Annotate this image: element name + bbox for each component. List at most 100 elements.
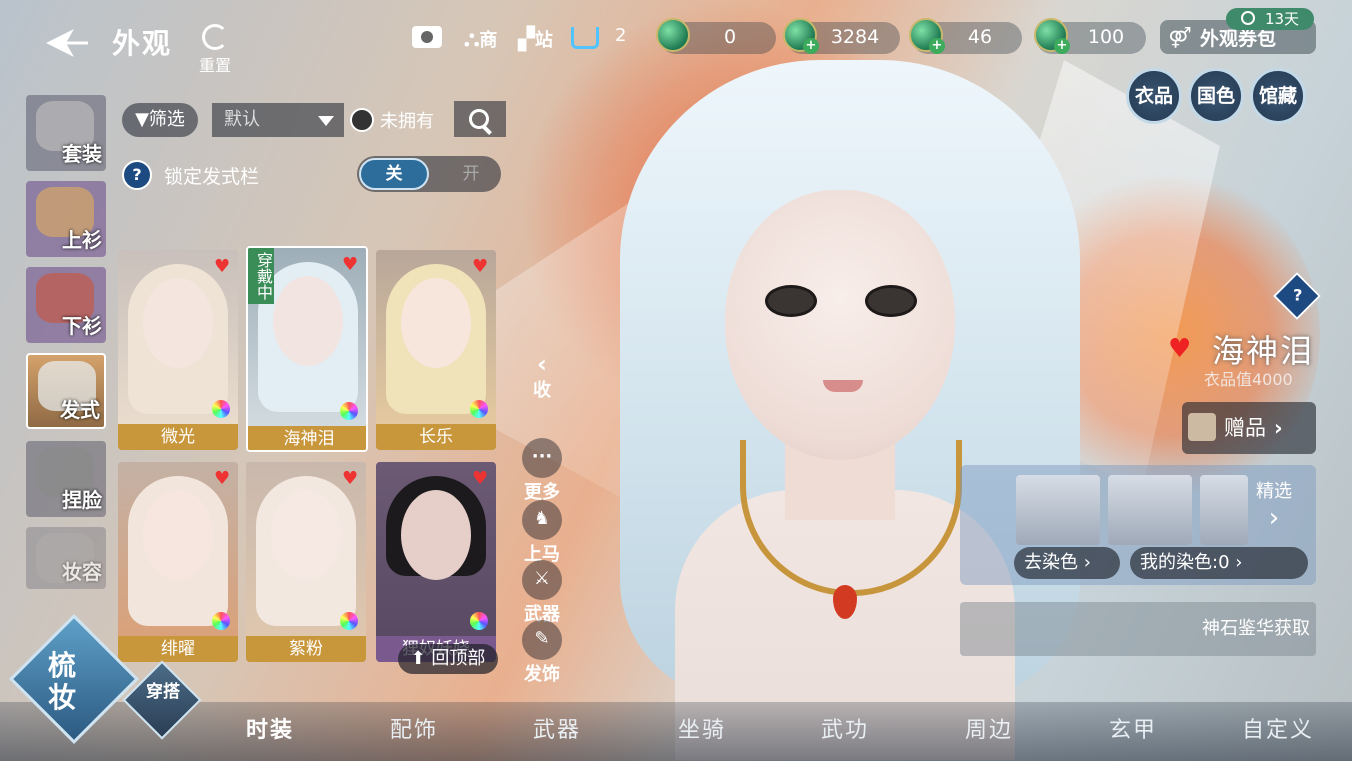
token-add-icon[interactable]: + (1034, 18, 1070, 54)
back-to-top-button[interactable]: ⬆ 回顶部 (398, 644, 498, 674)
favorite-heart-icon[interactable]: ♥ (214, 470, 230, 488)
favorite-heart-icon[interactable]: ♥ (1168, 334, 1191, 364)
dye-color-icon (470, 400, 488, 418)
tab-mounts[interactable]: 坐骑 (678, 712, 726, 744)
tab-fashion[interactable]: 时装 (246, 712, 294, 744)
dye-thumb[interactable] (1200, 475, 1248, 545)
category-bottom[interactable]: 下衫 (26, 267, 106, 343)
dye-color-icon (340, 612, 358, 630)
coin-add-icon[interactable]: + (783, 18, 819, 54)
filter-icon: ▼ (135, 109, 149, 130)
sword-icon: ⚔ (522, 560, 562, 600)
more-icon: ··· (522, 438, 562, 478)
hairstyle-card[interactable]: ♥ 绯曜 (118, 462, 238, 662)
dye-color-icon (340, 402, 358, 420)
chevron-left-icon: ‹ (537, 350, 547, 378)
category-hairstyle[interactable]: 发式 (26, 353, 106, 429)
currency-gold-value: 3284 (830, 26, 880, 48)
reset-button[interactable]: 重置 (193, 24, 237, 75)
hairpin-icon: ✎ (522, 620, 562, 660)
search-button[interactable] (454, 101, 506, 137)
favorite-heart-icon[interactable]: ♥ (342, 256, 358, 274)
favorite-heart-icon[interactable]: ♥ (342, 470, 358, 488)
sort-dropdown[interactable]: 默认 (212, 103, 344, 137)
acquire-source[interactable]: 神石鉴华获取 (960, 602, 1316, 656)
help-icon[interactable]: ? (122, 160, 152, 190)
item-value: 衣品值4000 (1204, 370, 1293, 389)
right-tabs: 衣品 国色 馆藏 (1126, 68, 1306, 124)
arrow-up-icon: ⬆ (410, 648, 432, 669)
filter-button[interactable]: ▼筛选 (122, 103, 198, 137)
mouth (823, 380, 863, 392)
lock-hairstyle-row: ? 锁定发式栏 (122, 158, 259, 192)
chevron-right-icon: › (1078, 552, 1091, 573)
makeup-mode-label: 梳妆 (48, 649, 81, 714)
favorite-heart-icon[interactable]: ♥ (472, 470, 488, 488)
dye-color-icon (212, 612, 230, 630)
station-button[interactable]: ▞ 站 (518, 20, 553, 58)
chevron-down-icon (318, 116, 334, 126)
featured-button[interactable]: 精选 › (1256, 477, 1292, 533)
wearing-badge: 穿戴中 (248, 248, 274, 304)
right-eye (865, 285, 917, 317)
weapon-button[interactable]: ⚔ 武器 (520, 560, 564, 626)
shop-button[interactable]: ⛬ 商 (464, 20, 497, 58)
not-owned-filter[interactable]: 未拥有 (350, 103, 434, 137)
tab-custom[interactable]: 自定义 (1242, 712, 1314, 744)
chevron-right-icon: › (1274, 416, 1283, 440)
category-top[interactable]: 上衫 (26, 181, 106, 257)
collapse-button[interactable]: ‹ 收 (520, 352, 564, 402)
my-dye-button[interactable]: 我的染色:0 › (1130, 547, 1308, 579)
hairstyle-card[interactable]: ♥ 狸奴妖娆 (376, 462, 496, 662)
outfit-mode-label: 穿搭 (146, 682, 180, 702)
dye-color-icon (212, 400, 230, 418)
tab-peripherals[interactable]: 周边 (965, 712, 1013, 744)
favorite-heart-icon[interactable]: ♥ (472, 258, 488, 276)
more-button[interactable]: ··· 更多 (520, 438, 564, 504)
dye-thumb[interactable] (1108, 475, 1192, 545)
category-makeup[interactable]: 妆容 (26, 527, 106, 589)
tab-armor[interactable]: 玄甲 (1109, 712, 1157, 744)
hairstyle-card[interactable]: ♥ 长乐 (376, 250, 496, 450)
gift-icon (1188, 413, 1216, 441)
dye-thumb[interactable] (1016, 475, 1100, 545)
tab-clothing-taste[interactable]: 衣品 (1126, 68, 1182, 124)
category-face[interactable]: 捏脸 (26, 441, 106, 517)
hairstyle-card[interactable]: ♥ 微光 (118, 250, 238, 450)
currency-jade-value: 0 (723, 26, 737, 48)
gift-button[interactable]: 赠品 › (1182, 402, 1316, 454)
camera-icon[interactable] (412, 26, 442, 48)
back-arrow-icon[interactable] (44, 26, 90, 60)
page-title: 外观 (112, 27, 173, 60)
not-owned-radio[interactable] (350, 108, 374, 132)
voucher-icon: ⚤ (1168, 25, 1192, 49)
tab-collection[interactable]: 馆藏 (1250, 68, 1306, 124)
toggle-on[interactable]: 开 (443, 156, 499, 192)
character-face (725, 190, 955, 460)
tab-accessories[interactable]: 配饰 (390, 712, 438, 744)
tab-weapons[interactable]: 武器 (533, 712, 581, 744)
hair-accessory-button[interactable]: ✎ 发饰 (520, 620, 564, 686)
hairstyle-card-selected[interactable]: 穿戴中 ♥ 海神泪 (246, 246, 368, 452)
cart-icon[interactable] (571, 27, 599, 49)
voucher-days-badge: 13天 (1226, 8, 1314, 30)
clock-icon (1240, 11, 1255, 25)
currency-token-value: 100 (1087, 26, 1125, 48)
category-outfit[interactable]: 套装 (26, 95, 106, 171)
jade-coin-icon[interactable] (656, 18, 690, 52)
currency-gem-value: 46 (967, 26, 993, 48)
lock-toggle[interactable]: 关 开 (357, 156, 501, 192)
hairstyle-card[interactable]: ♥ 絮粉 (246, 462, 366, 662)
horse-icon: ♞ (522, 500, 562, 540)
reset-icon (202, 24, 228, 50)
tab-national-color[interactable]: 国色 (1188, 68, 1244, 124)
left-eye (765, 285, 817, 317)
favorite-heart-icon[interactable]: ♥ (214, 258, 230, 276)
shop-icon: ⛬ (464, 26, 480, 52)
gem-add-icon[interactable]: + (909, 18, 945, 54)
tab-martial-arts[interactable]: 武功 (821, 712, 869, 744)
dye-button[interactable]: 去染色 › (1014, 547, 1120, 579)
toggle-off[interactable]: 关 (359, 158, 429, 190)
cart-count: 2 (615, 25, 627, 46)
mount-button[interactable]: ♞ 上马 (520, 500, 564, 566)
